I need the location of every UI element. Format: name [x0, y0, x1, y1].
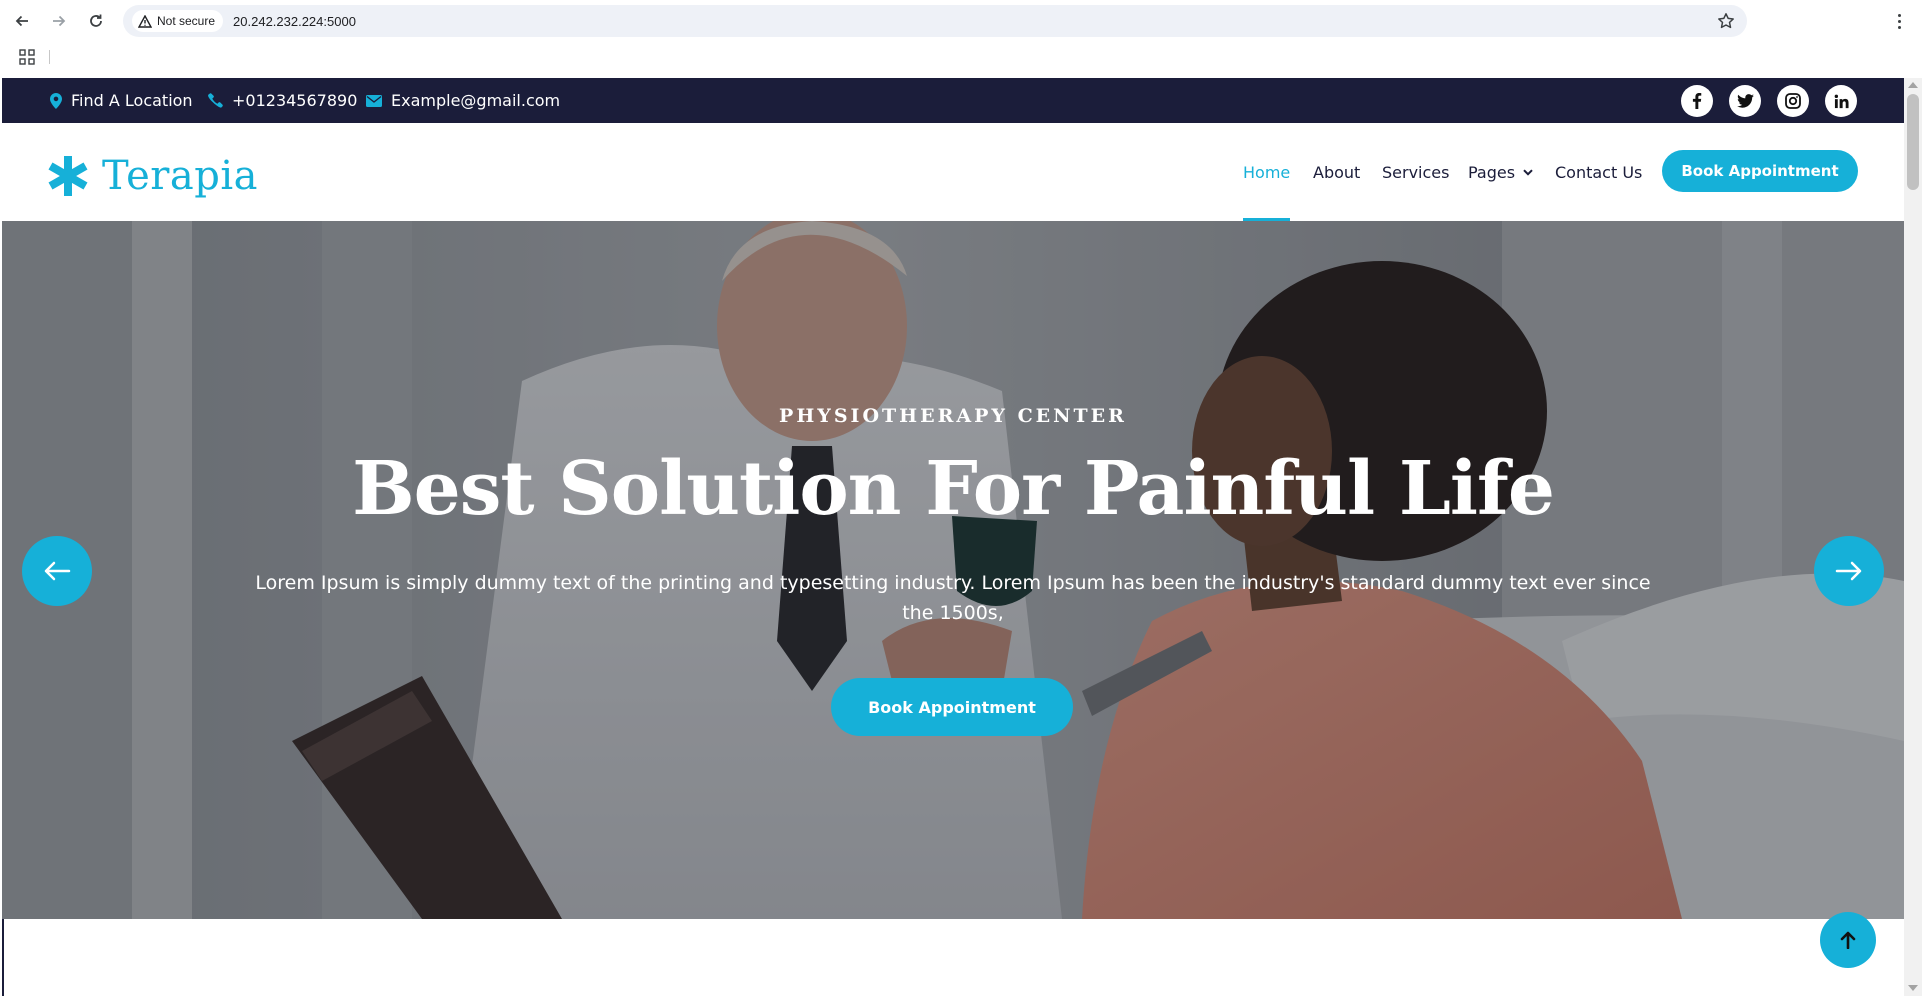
- hero-book-appointment-button[interactable]: Book Appointment: [831, 678, 1073, 736]
- facebook-icon[interactable]: [1681, 85, 1713, 117]
- hero-carousel: PHYSIOTHERAPY CENTER Best Solution For P…: [2, 221, 1904, 919]
- url-text[interactable]: 20.242.232.224:5000: [233, 14, 356, 29]
- carousel-next-button[interactable]: [1814, 536, 1884, 606]
- twitter-icon[interactable]: [1729, 85, 1761, 117]
- apps-grid-icon[interactable]: [19, 49, 35, 65]
- nav-home[interactable]: Home: [1243, 123, 1291, 221]
- book-appointment-button[interactable]: Book Appointment: [1662, 150, 1858, 192]
- back-icon[interactable]: [11, 10, 33, 32]
- hero-title: Best Solution For Painful Life: [352, 446, 1555, 532]
- email-address: Example@gmail.com: [391, 91, 561, 110]
- security-label: Not secure: [157, 14, 216, 28]
- page-scrollbar[interactable]: [1904, 78, 1922, 996]
- nav-services[interactable]: Services: [1382, 123, 1449, 221]
- scroll-up-arrow-icon[interactable]: [1908, 82, 1918, 88]
- nav-contact[interactable]: Contact Us: [1555, 123, 1642, 221]
- site-logo[interactable]: Terapia: [48, 153, 258, 199]
- top-info-bar: Find A Location +01234567890 Example@gma…: [2, 78, 1904, 123]
- page-left-edge: [2, 919, 4, 996]
- browser-menu-icon[interactable]: [1893, 9, 1905, 33]
- nav-pages-dropdown[interactable]: Pages: [1468, 123, 1533, 221]
- email-link[interactable]: Example@gmail.com: [366, 78, 560, 123]
- linkedin-icon[interactable]: [1825, 85, 1857, 117]
- nav-about-label: About: [1313, 162, 1361, 182]
- page-viewport: Find A Location +01234567890 Example@gma…: [2, 78, 1904, 996]
- hero-subtitle: PHYSIOTHERAPY CENTER: [779, 405, 1127, 427]
- arrow-left-icon: [44, 561, 71, 581]
- asterisk-logo-icon: [48, 156, 88, 196]
- security-indicator[interactable]: Not secure: [132, 10, 224, 32]
- instagram-icon[interactable]: [1777, 85, 1809, 117]
- address-bar[interactable]: Not secure 20.242.232.224:5000: [123, 5, 1747, 37]
- bookmarks-divider: [49, 50, 50, 64]
- bookmark-star-icon[interactable]: [1717, 12, 1735, 30]
- warning-icon: [138, 14, 152, 28]
- nav-contact-label: Contact Us: [1555, 162, 1643, 182]
- envelope-icon: [366, 94, 382, 107]
- reload-icon[interactable]: [85, 10, 107, 32]
- arrow-up-icon: [1840, 931, 1856, 949]
- phone-link[interactable]: +01234567890: [208, 78, 357, 123]
- location-link[interactable]: Find A Location: [50, 78, 193, 123]
- nav-about[interactable]: About: [1313, 123, 1360, 221]
- browser-chrome: Not secure 20.242.232.224:5000: [0, 0, 1922, 78]
- carousel-prev-button[interactable]: [22, 536, 92, 606]
- nav-home-label: Home: [1243, 162, 1291, 182]
- phone-icon: [208, 93, 223, 108]
- logo-text: Terapia: [102, 153, 258, 199]
- forward-icon[interactable]: [48, 10, 70, 32]
- phone-number: +01234567890: [232, 91, 358, 110]
- nav-pages-label: Pages: [1468, 162, 1516, 182]
- chevron-down-icon: [1523, 168, 1533, 176]
- location-label: Find A Location: [71, 91, 193, 110]
- map-pin-icon: [50, 92, 62, 109]
- back-to-top-button[interactable]: [1820, 912, 1876, 968]
- arrow-right-icon: [1835, 561, 1862, 581]
- scrollbar-thumb[interactable]: [1907, 94, 1919, 190]
- hero-description: Lorem Ipsum is simply dummy text of the …: [255, 572, 1651, 624]
- nav-services-label: Services: [1382, 162, 1450, 182]
- scroll-down-arrow-icon[interactable]: [1908, 985, 1918, 991]
- site-header: Terapia Home About Services Pages Contac…: [2, 123, 1904, 221]
